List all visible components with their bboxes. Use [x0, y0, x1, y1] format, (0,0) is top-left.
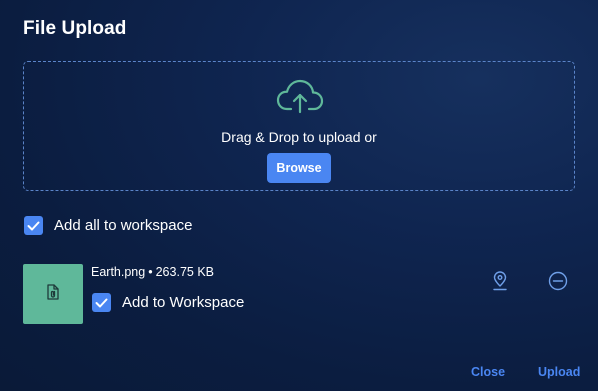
file-upload-dialog: File Upload Drag & Drop to upload or Bro… — [0, 0, 598, 391]
checkmark-icon — [95, 298, 108, 307]
file-size: 263.75 KB — [155, 265, 214, 279]
add-all-checkbox[interactable] — [24, 216, 43, 235]
upload-button[interactable]: Upload — [538, 365, 580, 379]
file-info: Earth.png • 263.75 KB — [91, 265, 214, 279]
cloud-upload-icon — [276, 79, 324, 115]
close-button[interactable]: Close — [471, 365, 505, 379]
add-to-workspace-label[interactable]: Add to Workspace — [122, 293, 244, 312]
add-to-workspace-checkbox[interactable] — [92, 293, 111, 312]
file-thumbnail — [23, 264, 83, 324]
drop-instructions: Drag & Drop to upload or — [221, 129, 377, 145]
file-separator: • — [148, 265, 153, 279]
remove-file-button[interactable] — [546, 269, 570, 293]
paperclip-file-icon — [46, 283, 60, 306]
browse-button[interactable]: Browse — [267, 153, 331, 183]
drop-zone[interactable]: Drag & Drop to upload or Browse — [23, 61, 575, 191]
location-pin-button[interactable] — [488, 269, 512, 293]
add-all-label[interactable]: Add all to workspace — [54, 216, 192, 235]
checkmark-icon — [27, 221, 40, 230]
remove-circle-icon — [548, 271, 568, 291]
location-pin-icon — [493, 271, 507, 291]
dialog-title: File Upload — [23, 18, 127, 39]
file-name: Earth.png — [91, 265, 146, 279]
